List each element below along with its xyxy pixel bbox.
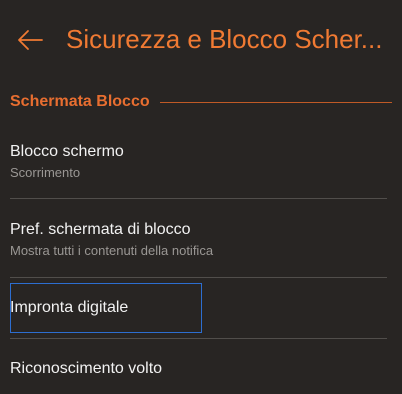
page-title: Sicurezza e Blocco Scher... — [66, 24, 383, 54]
list-item-blocco-schermo[interactable]: Blocco schermo Scorrimento — [10, 142, 387, 182]
list-item-impronta-digitale[interactable]: Impronta digitale — [10, 298, 387, 318]
divider — [10, 198, 387, 199]
settings-screen: Sicurezza e Blocco Scher... Schermata Bl… — [0, 0, 402, 394]
list-item-riconoscimento-volto[interactable]: Riconoscimento volto — [10, 359, 387, 379]
list-item-title: Riconoscimento volto — [10, 360, 163, 377]
list-item-pref-schermata[interactable]: Pref. schermata di blocco Mostra tutti i… — [10, 220, 387, 260]
divider — [10, 338, 387, 339]
back-button[interactable] — [10, 20, 50, 60]
list-item-title: Blocco schermo — [10, 143, 124, 160]
arrow-left-icon — [18, 30, 43, 50]
section-title: Schermata Blocco — [10, 93, 150, 110]
divider — [10, 277, 387, 278]
list-item-title: Impronta digitale — [10, 299, 129, 316]
list-item-title: Pref. schermata di blocco — [10, 221, 191, 238]
section-divider — [159, 101, 392, 103]
list-item-subtitle: Mostra tutti i contenuti della notifica — [10, 243, 214, 258]
list-item-subtitle: Scorrimento — [10, 165, 81, 180]
section-header: Schermata Blocco — [10, 92, 392, 112]
app-bar: Sicurezza e Blocco Scher... — [0, 0, 402, 80]
